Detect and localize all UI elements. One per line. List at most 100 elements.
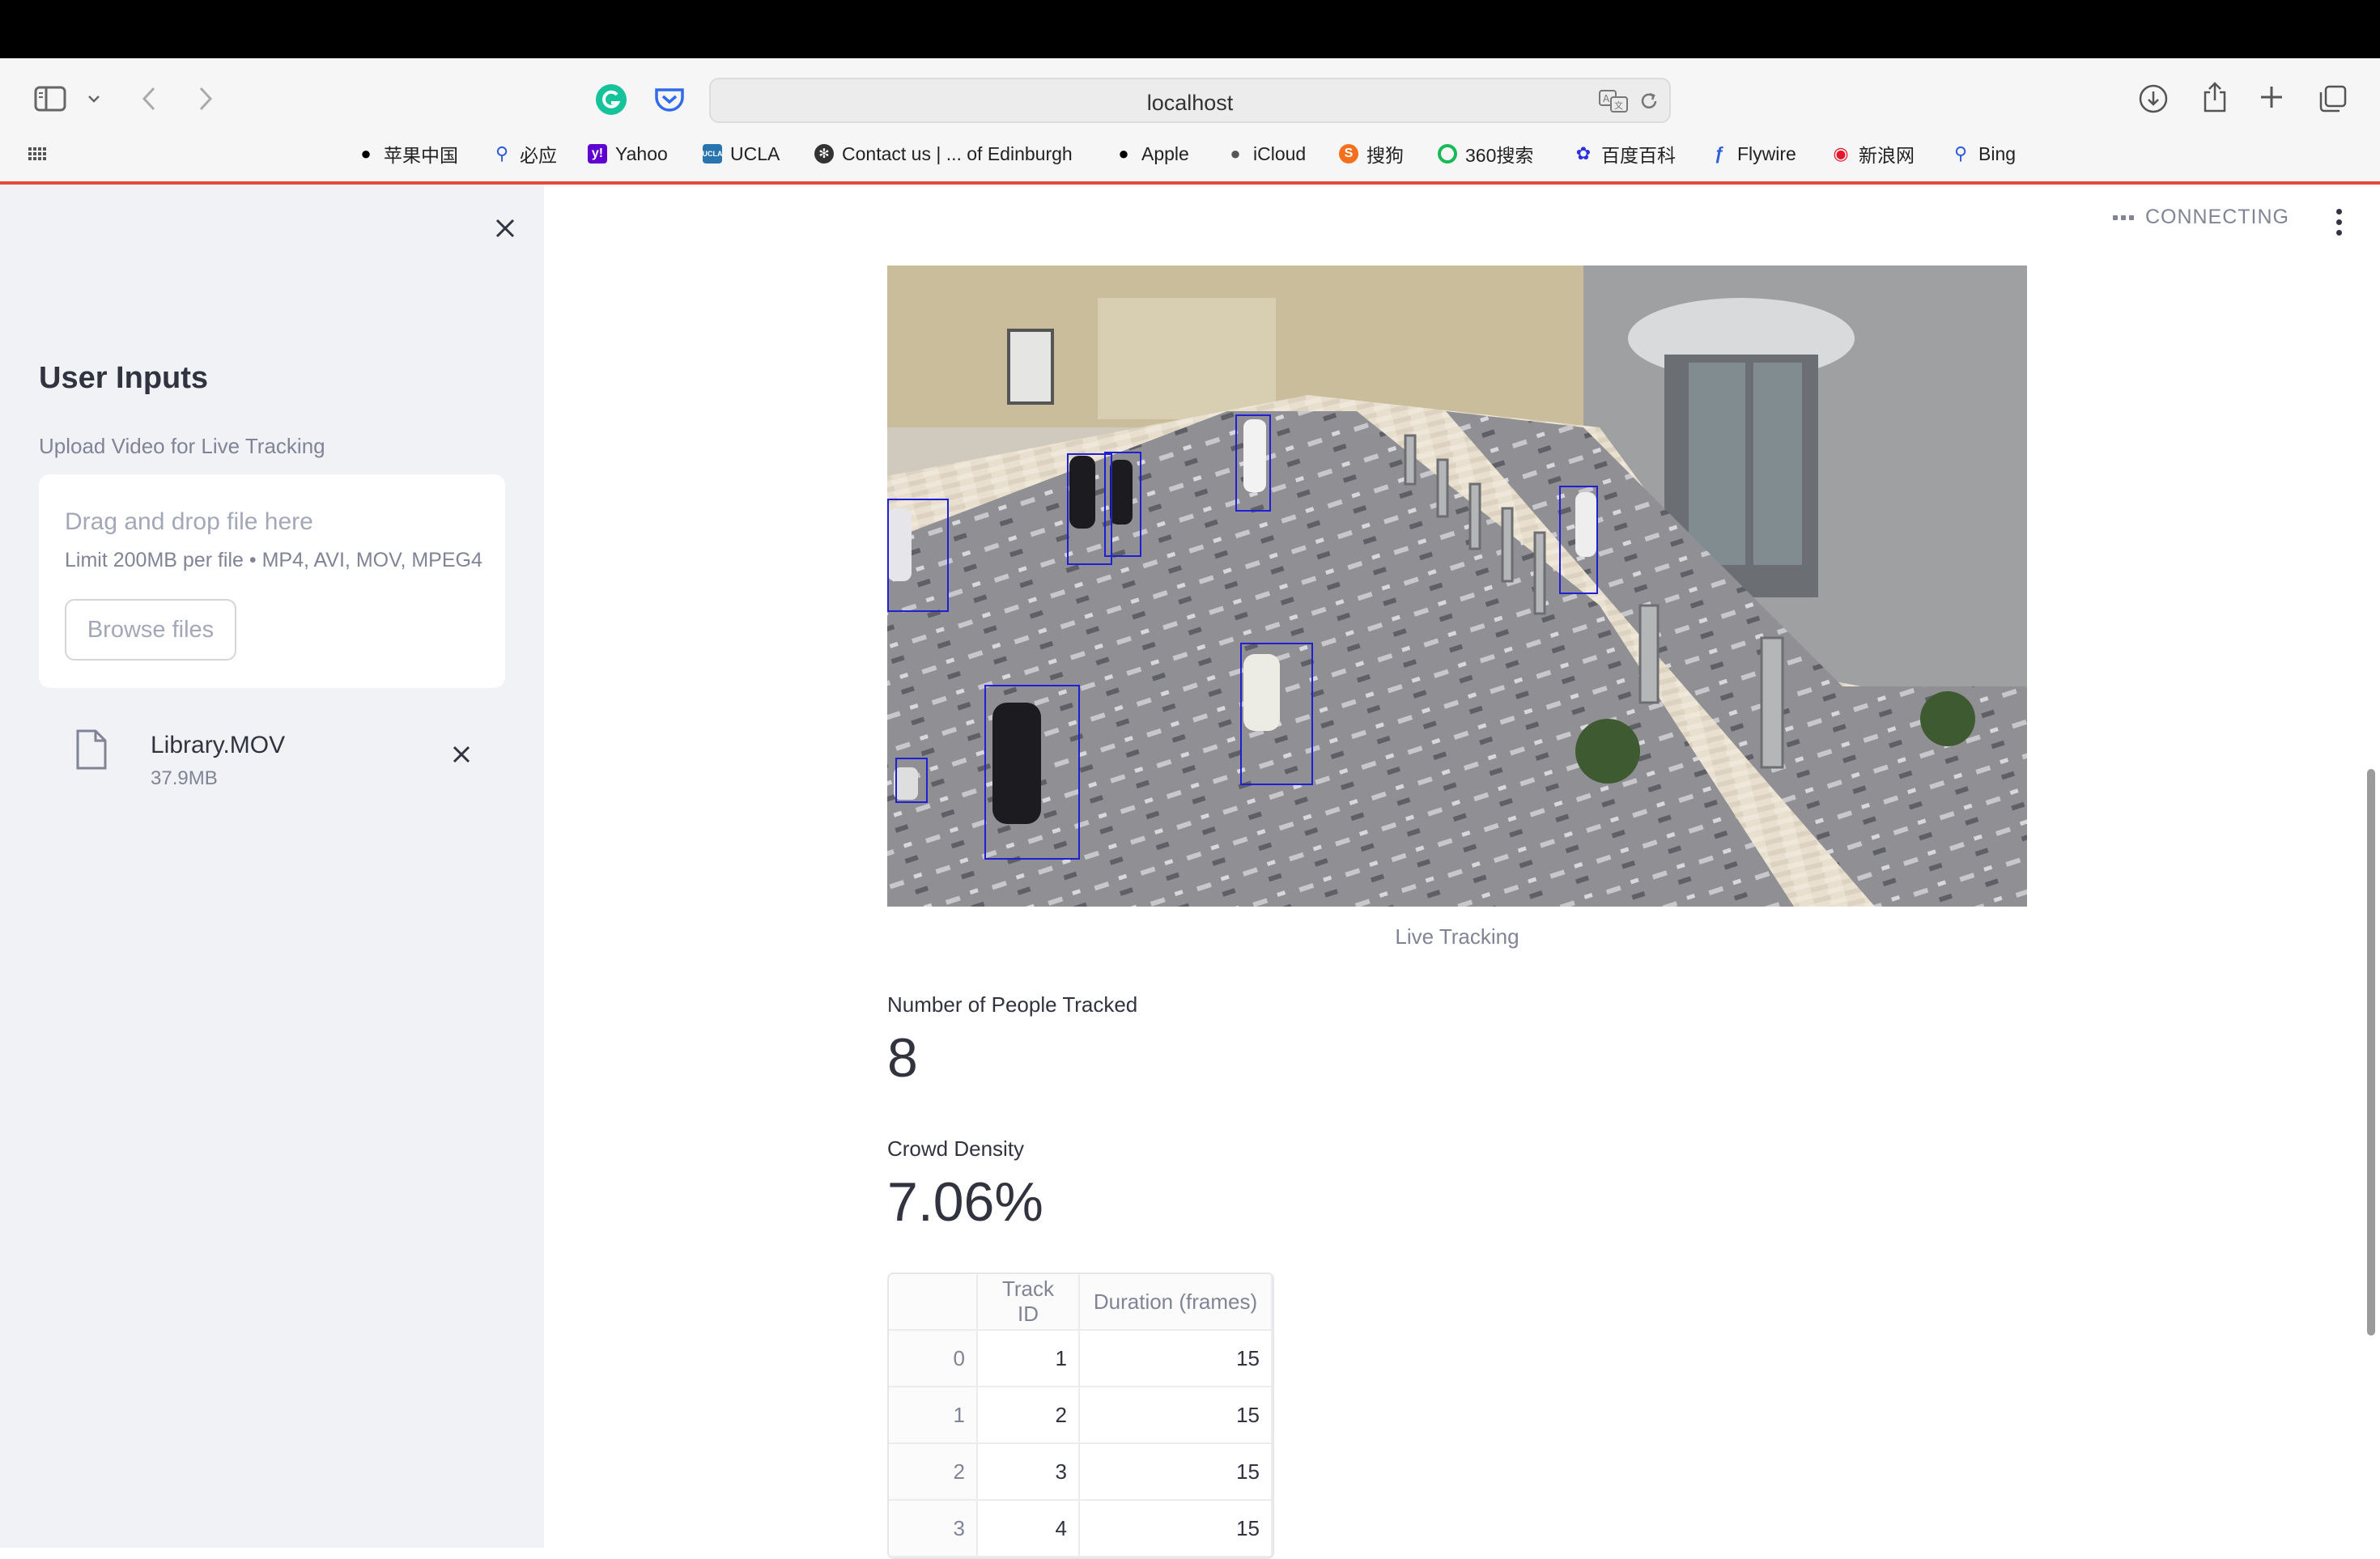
bookmark-label: UCLA (730, 142, 780, 164)
status-dots-icon (2112, 215, 2134, 220)
close-icon (453, 746, 470, 763)
grammarly-extension-button[interactable] (594, 83, 628, 117)
remove-file-button[interactable] (445, 738, 478, 771)
sidebar: User Inputs Upload Video for Live Tracki… (0, 185, 544, 1548)
system-top-bar (0, 0, 2380, 58)
row-index: 3 (889, 1501, 978, 1557)
reload-button[interactable] (1638, 91, 1660, 116)
file-icon (74, 729, 108, 775)
track-id-cell[interactable]: 1 (978, 1331, 1080, 1387)
edinburgh-icon: ✻ (814, 144, 834, 164)
plus-icon (2261, 87, 2282, 108)
ucla-icon: UCLA (703, 144, 723, 164)
sidebar-toggle-button[interactable] (31, 83, 70, 115)
tab-group-dropdown[interactable] (84, 89, 104, 108)
tracking-box (1104, 452, 1141, 557)
video-caption: Live Tracking (1395, 924, 1519, 949)
column-header-index[interactable] (889, 1274, 978, 1331)
bookmark-label: 百度百科 (1601, 145, 1676, 166)
connection-status: CONNECTING (2112, 206, 2289, 229)
dropzone-title: Drag and drop file here (65, 508, 313, 535)
bookmarks-bar: ● 苹果中国 ⚲ 必应 y! Yahoo UCLA UCLA ✻ Contact… (0, 138, 2380, 170)
url-text[interactable]: localhost (711, 91, 1669, 116)
bookmark-sina[interactable]: ◉ 新浪网 (1831, 138, 1915, 170)
track-id-cell[interactable]: 2 (978, 1387, 1080, 1444)
kebab-dot (2335, 219, 2342, 225)
table-row: 0 1 15 (889, 1331, 1273, 1387)
bookmark-ucla[interactable]: UCLA UCLA (703, 138, 780, 170)
table-row: 2 3 15 (889, 1444, 1273, 1501)
metric-density-value: 7.06% (887, 1171, 1043, 1233)
bookmark-label: 360搜索 (1465, 145, 1534, 166)
column-header-track-id[interactable]: Track ID (978, 1274, 1080, 1331)
upload-label: Upload Video for Live Tracking (39, 434, 325, 458)
tabs-icon (2319, 85, 2347, 113)
close-sidebar-button[interactable] (486, 209, 525, 248)
sidebar-icon (34, 86, 66, 112)
main-menu-button[interactable] (2327, 204, 2351, 240)
bookmark-label: 搜狗 (1366, 145, 1404, 166)
table-row: 3 4 15 (889, 1501, 1273, 1557)
browse-files-button[interactable]: Browse files (65, 599, 236, 661)
metric-density-label: Crowd Density (887, 1136, 1025, 1161)
download-icon (2139, 84, 2168, 113)
pocket-icon (655, 88, 684, 112)
bookmark-bing[interactable]: ⚲ Bing (1951, 138, 2016, 170)
bookmark-label: Yahoo (615, 142, 668, 164)
new-tab-button[interactable] (2255, 81, 2288, 113)
bookmark-edinburgh[interactable]: ✻ Contact us | ... of Edinburgh (814, 138, 1073, 170)
share-button[interactable] (2197, 78, 2233, 117)
pocket-extension-button[interactable] (652, 83, 686, 117)
uploaded-file: Library.MOV 37.9MB (39, 711, 505, 792)
share-icon (2204, 82, 2226, 113)
flywire-icon: ƒ (1714, 143, 1725, 164)
svg-text:文: 文 (1614, 100, 1623, 111)
duration-cell[interactable]: 15 (1080, 1501, 1273, 1557)
bookmark-baidu[interactable]: ✿ 百度百科 (1574, 138, 1676, 170)
bookmark-label: 苹果中国 (384, 145, 458, 166)
back-button[interactable] (134, 83, 164, 115)
downloads-button[interactable] (2136, 81, 2171, 117)
chevron-left-icon (142, 87, 155, 111)
bookmark-apple-cn[interactable]: ● 苹果中国 (356, 138, 458, 170)
bookmark-bing-cn[interactable]: ⚲ 必应 (492, 138, 557, 170)
bookmarks-grid-button[interactable] (28, 138, 47, 170)
table-header-row: Track ID Duration (frames) (889, 1274, 1273, 1331)
address-bar[interactable]: localhost A文 (709, 78, 1671, 123)
search-icon: ⚲ (1953, 143, 1968, 164)
bookmark-apple[interactable]: ● Apple (1114, 138, 1189, 170)
bookmark-icloud[interactable]: ● iCloud (1226, 138, 1306, 170)
column-header-duration[interactable]: Duration (frames) (1080, 1274, 1273, 1331)
translate-icon[interactable]: A文 (1598, 89, 1629, 117)
dropzone-limit: Limit 200MB per file • MP4, AVI, MOV, MP… (65, 549, 482, 571)
page-scrollbar[interactable] (2367, 769, 2375, 1336)
bookmark-flywire[interactable]: ƒ Flywire (1710, 138, 1796, 170)
sina-icon: ◉ (1833, 143, 1849, 164)
bookmark-label: Apple (1141, 142, 1189, 164)
bookmark-sogou[interactable]: S 搜狗 (1339, 138, 1404, 170)
sidebar-title: User Inputs (39, 361, 209, 395)
track-id-cell[interactable]: 3 (978, 1444, 1080, 1501)
duration-cell[interactable]: 15 (1080, 1444, 1273, 1501)
tracking-box (984, 685, 1080, 860)
tracks-table[interactable]: Track ID Duration (frames) 0 1 15 1 2 15… (887, 1272, 1274, 1559)
grid-icon (28, 147, 46, 160)
bookmark-label: iCloud (1253, 142, 1307, 164)
forward-button[interactable] (191, 83, 220, 115)
tracking-box (1559, 486, 1598, 594)
tab-overview-button[interactable] (2315, 81, 2351, 117)
duration-cell[interactable]: 15 (1080, 1331, 1273, 1387)
bookmark-label: 必应 (520, 145, 557, 166)
kebab-dot (2335, 229, 2342, 236)
bookmark-360[interactable]: 360搜索 (1438, 138, 1533, 170)
tracking-box (1235, 414, 1271, 512)
360-icon (1438, 144, 1457, 164)
track-id-cell[interactable]: 4 (978, 1501, 1080, 1557)
bookmark-yahoo[interactable]: y! Yahoo (588, 138, 668, 170)
table-row: 1 2 15 (889, 1387, 1273, 1444)
file-dropzone[interactable]: Drag and drop file here Limit 200MB per … (39, 474, 505, 688)
status-text: CONNECTING (2144, 206, 2289, 228)
duration-cell[interactable]: 15 (1080, 1387, 1273, 1444)
row-index: 2 (889, 1444, 978, 1501)
row-index: 1 (889, 1387, 978, 1444)
